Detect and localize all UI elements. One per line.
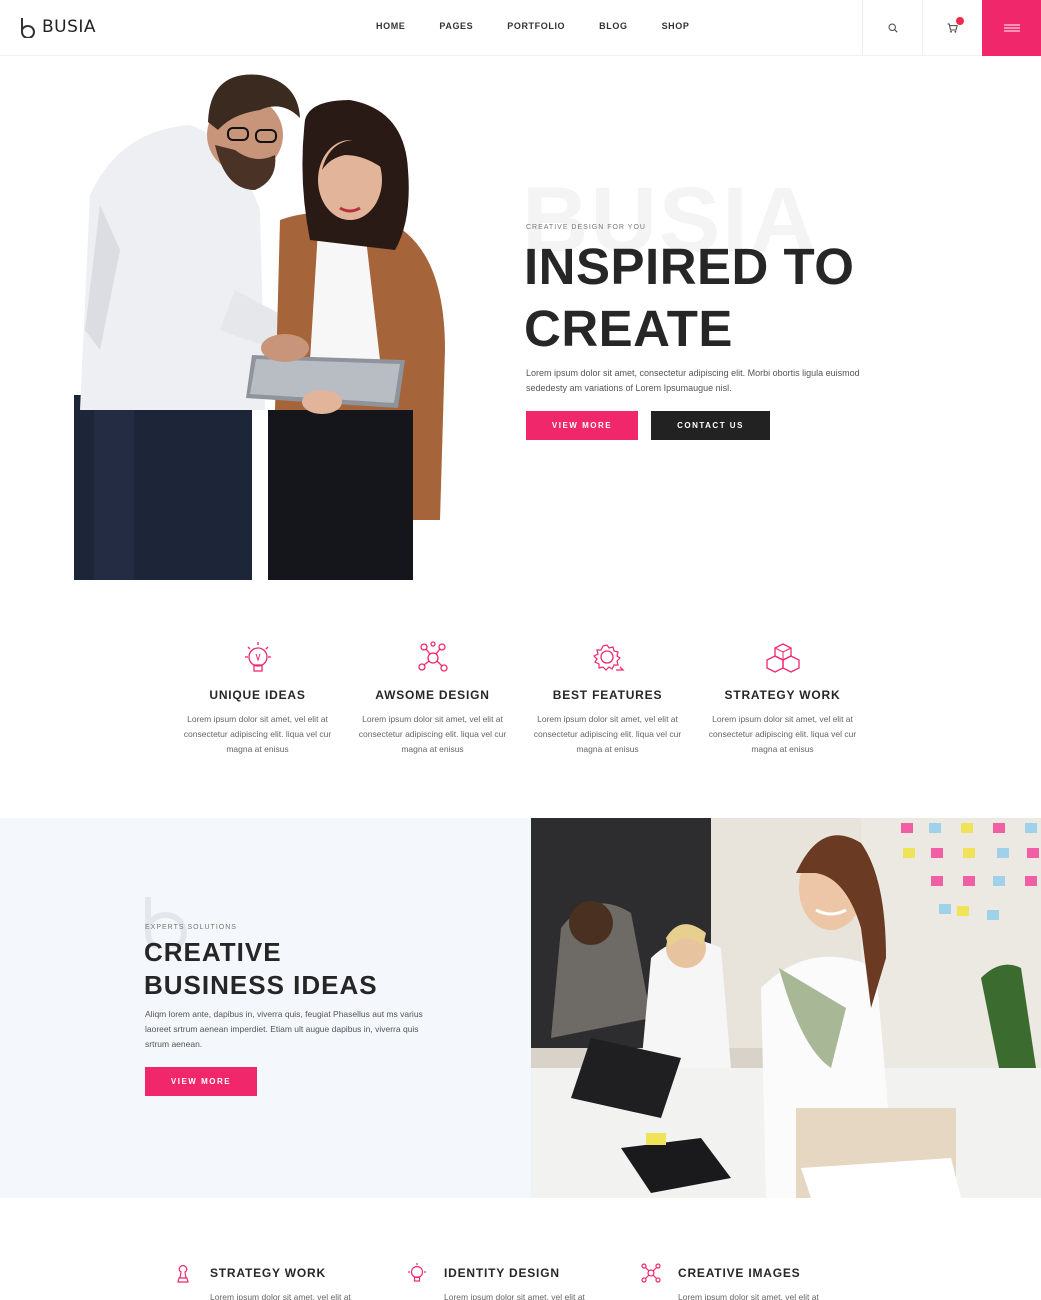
feature-card: UNIQUE IDEAS Lorem ipsum dolor sit amet,… [170, 640, 345, 757]
main-nav: HOME PAGES PORTFOLIO BLOG SHOP [376, 21, 723, 31]
network-design-icon [641, 1263, 661, 1283]
hamburger-menu-icon [1003, 24, 1020, 32]
feature-title: BEST FEATURES [552, 688, 663, 702]
hero-title-line-1: INSPIRED TO [524, 238, 855, 295]
creative-subtitle: EXPERTS SOLUTIONS [145, 924, 237, 931]
service-title: STRATEGY WORK [210, 1266, 326, 1280]
cart-button[interactable] [922, 0, 982, 56]
nav-item-pages[interactable]: PAGES [439, 21, 473, 31]
cubes-icon [765, 643, 800, 673]
feature-card: STRATEGY WORK Lorem ipsum dolor sit amet… [695, 640, 870, 757]
service-title: CREATIVE IMAGES [678, 1266, 801, 1280]
service-description: Lorem ipsum dolor sit amet, vel elit at [444, 1292, 585, 1300]
lightbulb-icon [244, 642, 271, 672]
network-design-icon [417, 641, 448, 672]
service-title: IDENTITY DESIGN [444, 1266, 560, 1280]
nav-item-portfolio[interactable]: PORTFOLIO [507, 21, 565, 31]
hero-title-line-2: CREATE [524, 300, 733, 357]
logo-text: BUSIA [42, 17, 97, 37]
hero-subtitle: CREATIVE DESIGN FOR YOU [526, 224, 646, 231]
feature-description: Lorem ipsum dolor sit amet, vel elit at … [358, 714, 507, 754]
contact-us-button[interactable]: CONTACT US [651, 411, 770, 440]
hero-image [74, 74, 445, 580]
creative-view-more-button[interactable]: VIEW MORE [145, 1067, 257, 1096]
feature-description: Lorem ipsum dolor sit amet, vel elit at … [183, 714, 332, 754]
nav-item-blog[interactable]: BLOG [599, 21, 627, 31]
feature-card: AWSOME DESIGN Lorem ipsum dolor sit amet… [345, 640, 520, 757]
nav-item-shop[interactable]: SHOP [662, 21, 690, 31]
creative-title-line-1: CREATIVE [144, 937, 282, 967]
cart-badge [956, 17, 964, 25]
feature-card: BEST FEATURES Lorem ipsum dolor sit amet… [520, 640, 695, 757]
site-header: BUSIA HOME PAGES PORTFOLIO BLOG SHOP [0, 0, 1041, 56]
cart-icon [947, 23, 958, 33]
logo-mark-icon [21, 18, 35, 38]
hero-title: INSPIRED TO CREATE [524, 236, 884, 360]
hero-description: Lorem ipsum dolor sit amet, consectetur … [526, 368, 860, 393]
feature-description: Lorem ipsum dolor sit amet, vel elit at … [708, 714, 857, 754]
feature-title: AWSOME DESIGN [375, 688, 490, 702]
view-more-button[interactable]: VIEW MORE [526, 411, 638, 440]
search-button[interactable] [862, 0, 922, 56]
office-team-image [531, 818, 1041, 1198]
gear-cycle-icon [592, 644, 625, 671]
nav-item-home[interactable]: HOME [376, 21, 405, 31]
service-description: Lorem ipsum dolor sit amet, vel elit at [210, 1292, 351, 1300]
services-row: STRATEGY WORK Lorem ipsum dolor sit amet… [172, 1262, 892, 1300]
search-icon [887, 23, 898, 33]
features-row: UNIQUE IDEAS Lorem ipsum dolor sit amet,… [170, 640, 870, 757]
creative-title-line-2: BUSINESS IDEAS [144, 970, 378, 1000]
chess-piece-icon [177, 1264, 189, 1283]
service-description: Lorem ipsum dolor sit amet, vel elit at [678, 1292, 819, 1300]
creative-description: Aliqm lorem ante, dapibus in, viverra qu… [145, 1009, 423, 1049]
creative-title: CREATIVE BUSINESS IDEAS [144, 936, 444, 1002]
feature-title: STRATEGY WORK [724, 688, 841, 702]
feature-description: Lorem ipsum dolor sit amet, vel elit at … [533, 714, 682, 754]
logo[interactable]: BUSIA [18, 16, 96, 38]
feature-title: UNIQUE IDEAS [209, 688, 306, 702]
menu-button[interactable] [982, 0, 1041, 56]
lightbulb-icon [408, 1263, 426, 1282]
